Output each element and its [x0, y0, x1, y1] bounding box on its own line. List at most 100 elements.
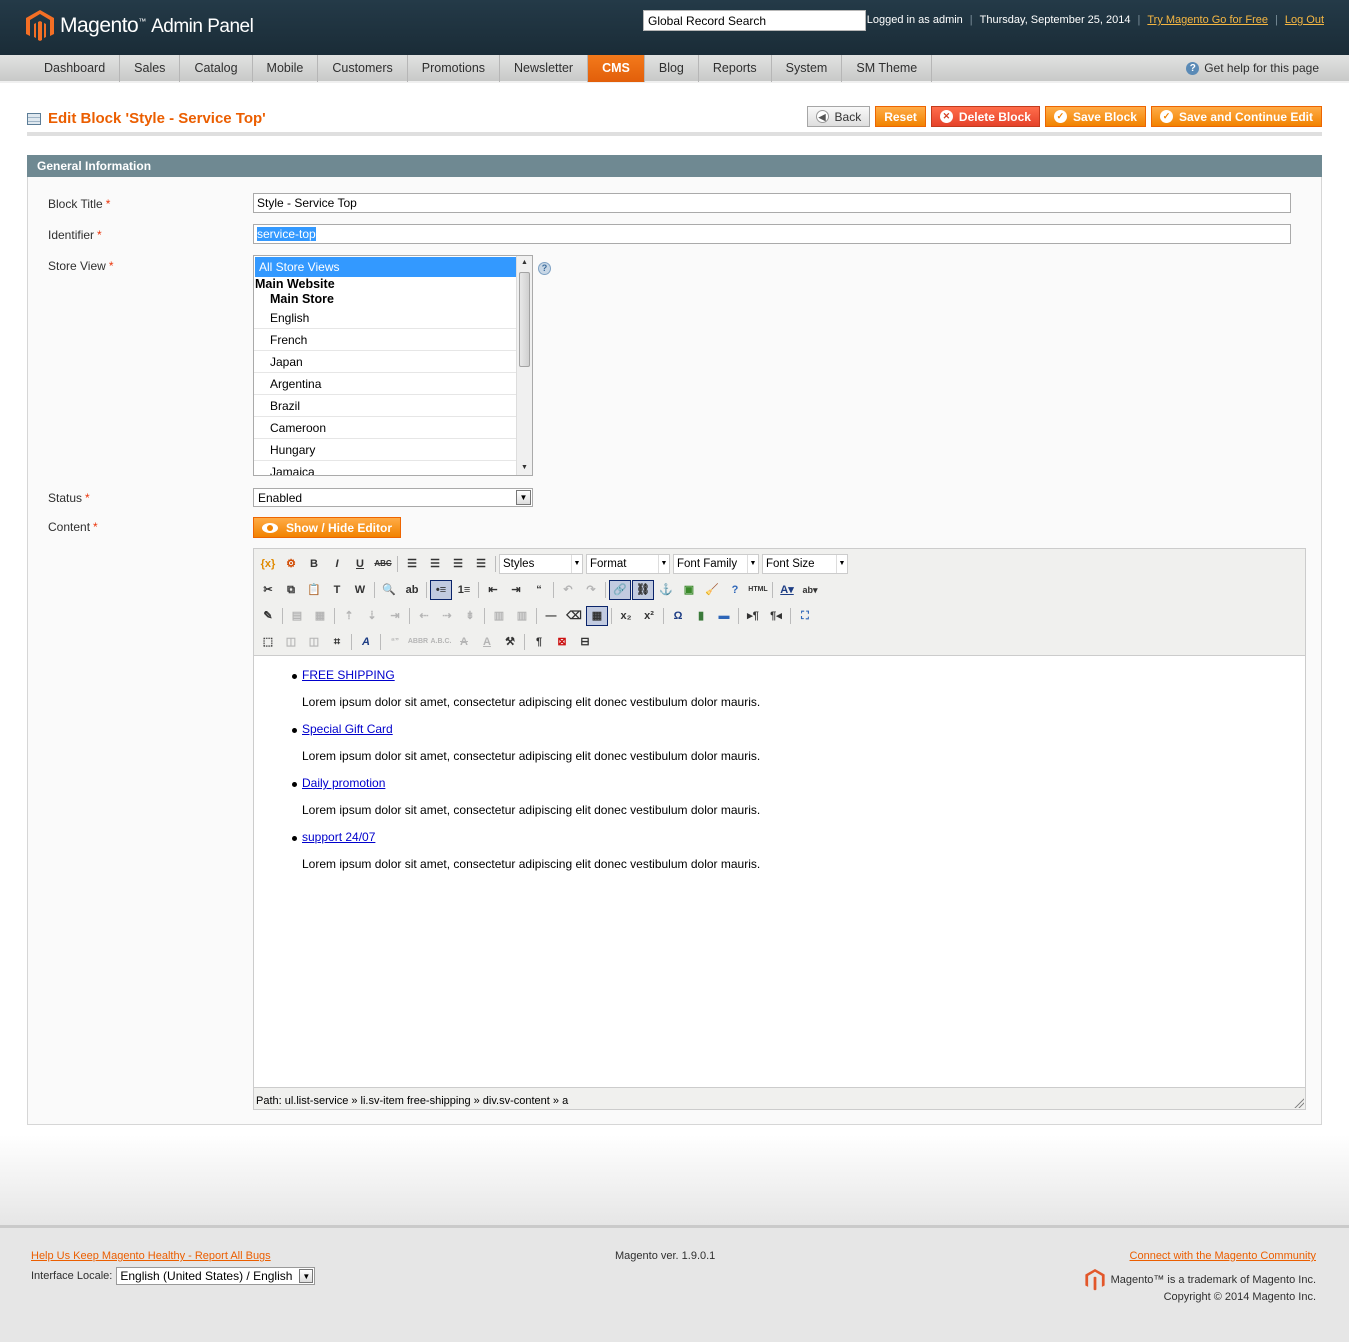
logout-link[interactable]: Log Out [1285, 14, 1324, 26]
align-left-icon[interactable]: ☰ [401, 554, 423, 574]
cite-icon[interactable]: “” [384, 632, 406, 652]
store-view-multiselect[interactable]: All Store Views Main Website Main Store … [253, 255, 533, 476]
nav-catalog[interactable]: Catalog [180, 55, 253, 82]
insert-col-before-icon[interactable]: ⇠ [413, 606, 435, 626]
daily-promotion-link[interactable]: Daily promotion [302, 776, 1305, 791]
text-color-icon[interactable]: A▾ [776, 580, 798, 600]
blockquote-icon[interactable]: “ [528, 580, 550, 600]
paste-text-icon[interactable]: T [326, 580, 348, 600]
redo-icon[interactable]: ↷ [580, 580, 602, 600]
align-center-icon[interactable]: ☰ [424, 554, 446, 574]
absolute-icon[interactable]: ⌗ [326, 632, 348, 652]
store-view-option[interactable]: Japan [254, 351, 516, 373]
background-color-icon[interactable]: ab▾ [799, 580, 821, 600]
paste-word-icon[interactable]: W [349, 580, 371, 600]
merge-cells-icon[interactable]: ▥ [511, 606, 533, 626]
attributes-icon[interactable]: ⚒ [499, 632, 521, 652]
help-link[interactable]: ? Get help for this page [1186, 61, 1319, 75]
show-hide-editor-button[interactable]: Show / Hide Editor [253, 517, 402, 538]
font-size-dropdown[interactable]: Font Size ▼ [762, 554, 848, 574]
resize-handle-icon[interactable] [1294, 1098, 1304, 1108]
ltr-icon[interactable]: ▸¶ [742, 606, 764, 626]
insert-widget-icon[interactable]: ⚙ [280, 554, 302, 574]
replace-icon[interactable]: ab [401, 580, 423, 600]
insert-row-before-icon[interactable]: ⇡ [338, 606, 360, 626]
remove-format-icon[interactable]: ⌫ [563, 606, 585, 626]
horizontal-rule-icon[interactable]: — [540, 606, 562, 626]
cell-props-icon[interactable]: ▦ [309, 606, 331, 626]
strikethrough-icon[interactable]: ABC [372, 554, 394, 574]
show-invisible-icon[interactable]: ¶ [528, 632, 550, 652]
table-icon[interactable]: ▦ [586, 606, 608, 626]
scroll-down-icon[interactable]: ▼ [517, 461, 532, 475]
identifier-input[interactable]: service-top [253, 224, 1291, 244]
cleanup-icon[interactable]: 🧹 [701, 580, 723, 600]
delete-block-button[interactable]: ✕ Delete Block [930, 106, 1040, 127]
find-icon[interactable]: 🔍 [378, 580, 400, 600]
nav-sm-theme[interactable]: SM Theme [842, 55, 933, 82]
reset-button[interactable]: Reset [875, 106, 926, 127]
store-view-option[interactable]: Hungary [254, 439, 516, 461]
store-view-scrollbar[interactable]: ▲ ▼ [516, 256, 532, 475]
store-view-option[interactable]: Brazil [254, 395, 516, 417]
cut-icon[interactable]: ✂ [257, 580, 279, 600]
save-block-button[interactable]: ✓ Save Block [1044, 106, 1146, 127]
report-bugs-link[interactable]: Help Us Keep Magento Healthy - Report Al… [31, 1250, 271, 1262]
save-continue-button[interactable]: ✓ Save and Continue Edit [1150, 106, 1322, 127]
nav-blog[interactable]: Blog [645, 55, 699, 82]
outdent-icon[interactable]: ⇤ [482, 580, 504, 600]
underline-icon[interactable]: U [349, 554, 371, 574]
move-backward-icon[interactable]: ◫ [303, 632, 325, 652]
edit-css-style-icon[interactable]: ✎ [257, 606, 279, 626]
split-cells-icon[interactable]: ▥ [488, 606, 510, 626]
support-link[interactable]: support 24/07 [302, 830, 1305, 845]
scroll-up-icon[interactable]: ▲ [517, 256, 532, 270]
subscript-icon[interactable]: x₂ [615, 606, 637, 626]
link-icon[interactable]: 🔗 [609, 580, 631, 600]
delete-col-icon[interactable]: ⇟ [459, 606, 481, 626]
nav-promotions[interactable]: Promotions [408, 55, 501, 82]
italic-icon[interactable]: I [326, 554, 348, 574]
community-link[interactable]: Connect with the Magento Community [1130, 1250, 1316, 1262]
insert-layer-icon[interactable]: ⬚ [257, 632, 279, 652]
magento-logo[interactable]: Magento™ Admin Panel [26, 10, 254, 42]
deletion-icon[interactable]: A [453, 632, 475, 652]
numbered-list-icon[interactable]: 1≡ [453, 580, 475, 600]
nav-reports[interactable]: Reports [699, 55, 772, 82]
insertion-icon[interactable]: A [476, 632, 498, 652]
special-char-icon[interactable]: Ω [667, 606, 689, 626]
locale-select[interactable]: English (United States) / English ▼ [116, 1267, 316, 1285]
font-family-dropdown[interactable]: Font Family ▼ [673, 554, 759, 574]
style-props-icon[interactable]: A [355, 632, 377, 652]
free-shipping-link[interactable]: FREE SHIPPING [302, 668, 1305, 683]
back-button[interactable]: ◀ Back [806, 106, 871, 127]
try-magento-go-link[interactable]: Try Magento Go for Free [1147, 14, 1268, 26]
insert-row-after-icon[interactable]: ⇣ [361, 606, 383, 626]
special-gift-card-link[interactable]: Special Gift Card [302, 722, 1305, 737]
undo-icon[interactable]: ↶ [557, 580, 579, 600]
acronym-icon[interactable]: A.B.C. [430, 632, 452, 652]
superscript-icon[interactable]: x² [638, 606, 660, 626]
global-search-input[interactable] [643, 10, 866, 31]
nav-customers[interactable]: Customers [318, 55, 408, 82]
chevron-down-icon[interactable]: ▼ [516, 490, 531, 505]
bold-icon[interactable]: B [303, 554, 325, 574]
non-breaking-icon[interactable]: ⊠ [551, 632, 573, 652]
align-justify-icon[interactable]: ☰ [470, 554, 492, 574]
store-view-option[interactable]: Cameroon [254, 417, 516, 439]
insert-variable-icon[interactable]: {x} [257, 554, 279, 574]
nav-sales[interactable]: Sales [120, 55, 181, 82]
advanced-hr-icon[interactable]: ▬ [713, 606, 735, 626]
scroll-thumb[interactable] [519, 272, 530, 367]
delete-row-icon[interactable]: ⇥ [384, 606, 406, 626]
chevron-down-icon[interactable]: ▼ [299, 1269, 314, 1283]
help-icon[interactable]: ? [724, 580, 746, 600]
nav-newsletter[interactable]: Newsletter [500, 55, 589, 82]
bullet-list-icon[interactable]: •≡ [430, 580, 452, 600]
format-dropdown[interactable]: Format ▼ [586, 554, 670, 574]
html-source-icon[interactable]: HTML [747, 580, 769, 600]
unlink-icon[interactable]: ⛓ [632, 580, 654, 600]
styles-dropdown[interactable]: Styles ▼ [499, 554, 583, 574]
media-icon[interactable]: ▮ [690, 606, 712, 626]
paste-icon[interactable]: 📋 [303, 580, 325, 600]
